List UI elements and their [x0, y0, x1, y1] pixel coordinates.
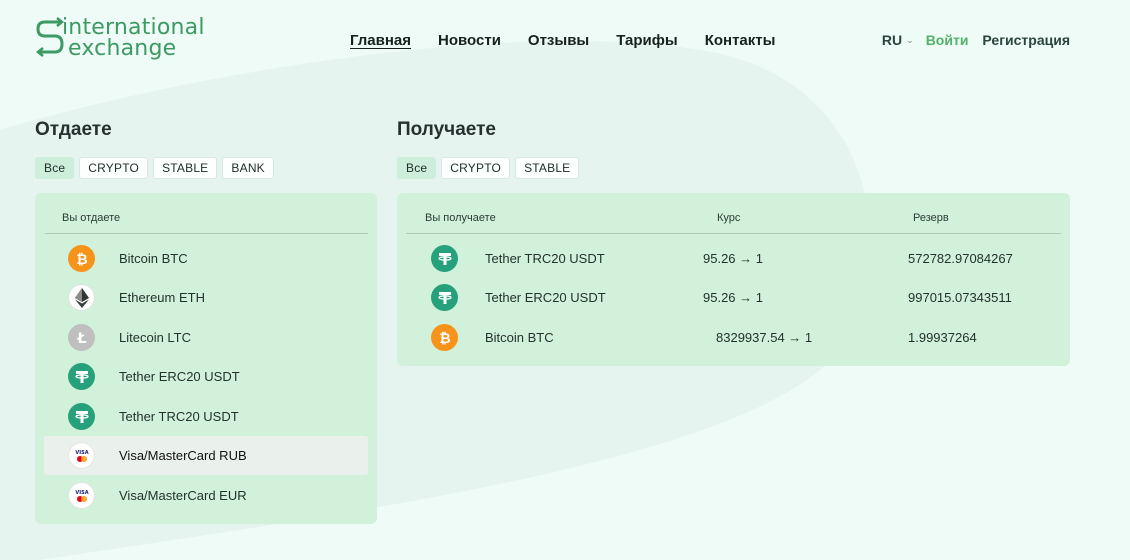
tether-icon [431, 245, 458, 272]
give-filter-all[interactable]: Все [35, 157, 75, 179]
receive-item-tether-erc20[interactable]: Tether ERC20 USDT 95.26 → 1 997015.07343… [406, 278, 1061, 317]
logo[interactable]: international exchange [35, 17, 220, 61]
receive-column-rate: Курс [717, 212, 741, 224]
receive-item-bitcoin[interactable]: ₿ Bitcoin BTC 8329937.54 → 1 1.99937264 [406, 318, 1061, 357]
nav-tariffs[interactable]: Тарифы [616, 32, 677, 49]
give-title: Отдаете [35, 119, 112, 140]
svg-text:Ł: Ł [76, 331, 86, 346]
receive-item-rate: 8329937.54 → 1 [716, 330, 813, 345]
give-item-label: Tether ERC20 USDT [119, 369, 240, 384]
give-item-label: Visa/MasterCard RUB [119, 448, 247, 463]
receive-filter-all[interactable]: Все [397, 157, 437, 179]
receive-item-label: Tether ERC20 USDT [485, 290, 606, 305]
svg-text:₿: ₿ [439, 331, 450, 346]
divider [45, 233, 368, 234]
nav-contacts[interactable]: Контакты [705, 32, 776, 49]
receive-item-reserve: 1.99937264 [908, 330, 977, 345]
receive-item-label: Tether TRC20 USDT [485, 251, 605, 266]
register-link[interactable]: Регистрация [982, 32, 1070, 48]
give-item-label: Ethereum ETH [119, 290, 205, 305]
receive-column-name: Вы получаете [425, 212, 496, 224]
receive-title: Получаете [397, 119, 496, 140]
give-filter-crypto[interactable]: CRYPTO [79, 157, 149, 179]
login-link[interactable]: Войти [926, 32, 969, 48]
bitcoin-icon: ₿ [68, 245, 95, 272]
receive-item-rate: 95.26 → 1 [703, 290, 763, 305]
tether-icon [68, 363, 95, 390]
bitcoin-icon: ₿ [431, 324, 458, 351]
give-item-visa-rub[interactable]: VISA Visa/MasterCard RUB [44, 436, 368, 475]
give-item-visa-eur[interactable]: VISA Visa/MasterCard EUR [44, 476, 368, 515]
receive-column-reserve: Резерв [913, 212, 949, 224]
receive-filter-stable[interactable]: STABLE [515, 157, 580, 179]
language-select[interactable]: RU ⌄ [882, 32, 914, 48]
chevron-down-icon: ⌄ [906, 34, 914, 45]
nav-home[interactable]: Главная [350, 32, 411, 49]
ethereum-icon [68, 284, 95, 311]
give-item-label: Bitcoin BTC [119, 251, 188, 266]
give-item-litecoin[interactable]: Ł Litecoin LTC [44, 318, 368, 357]
give-item-tether-erc20[interactable]: Tether ERC20 USDT [44, 357, 368, 396]
receive-item-reserve: 997015.07343511 [908, 290, 1012, 305]
exchange-logo-icon [35, 17, 65, 57]
give-item-ethereum[interactable]: Ethereum ETH [44, 278, 368, 317]
receive-item-label: Bitcoin BTC [485, 330, 554, 345]
svg-text:₿: ₿ [76, 252, 87, 267]
main-nav: Главная Новости Отзывы Тарифы Контакты [350, 32, 775, 49]
language-label: RU [881, 32, 903, 48]
give-item-label: Litecoin LTC [119, 330, 192, 345]
give-filter-stable[interactable]: STABLE [153, 157, 218, 179]
nav-reviews[interactable]: Отзывы [528, 32, 589, 49]
tether-icon [431, 284, 458, 311]
tether-icon [68, 403, 95, 430]
svg-text:VISA: VISA [75, 450, 88, 456]
receive-item-rate: 95.26 → 1 [703, 251, 763, 266]
nav-news[interactable]: Новости [438, 32, 501, 49]
give-item-label: Tether TRC20 USDT [119, 409, 239, 424]
give-filter-bank[interactable]: BANK [222, 157, 274, 179]
give-panel: Вы отдаете ₿ Bitcoin BTC Ethereum ETH Ł … [35, 193, 377, 524]
receive-item-reserve: 572782.97084267 [908, 251, 1013, 266]
header-actions: RU ⌄ Войти Регистрация [882, 32, 1070, 48]
receive-item-tether-trc20[interactable]: Tether TRC20 USDT 95.26 → 1 572782.97084… [406, 239, 1061, 278]
receive-panel: Вы получаете Курс Резерв Tether TRC20 US… [397, 193, 1070, 366]
give-column-header: Вы отдаете [62, 212, 121, 224]
visa-mastercard-icon: VISA [68, 442, 95, 469]
give-filters: Все CRYPTO STABLE BANK [35, 157, 274, 179]
logo-line1: international [62, 15, 205, 40]
give-item-bitcoin[interactable]: ₿ Bitcoin BTC [44, 239, 368, 278]
divider [406, 233, 1061, 234]
give-item-tether-trc20[interactable]: Tether TRC20 USDT [44, 397, 368, 436]
receive-filters: Все CRYPTO STABLE [397, 157, 580, 179]
give-item-label: Visa/MasterCard EUR [119, 488, 247, 503]
svg-text:VISA: VISA [75, 490, 88, 496]
litecoin-icon: Ł [68, 324, 95, 351]
logo-line2: exchange [68, 36, 177, 61]
visa-mastercard-icon: VISA [68, 482, 95, 509]
receive-filter-crypto[interactable]: CRYPTO [441, 157, 511, 179]
